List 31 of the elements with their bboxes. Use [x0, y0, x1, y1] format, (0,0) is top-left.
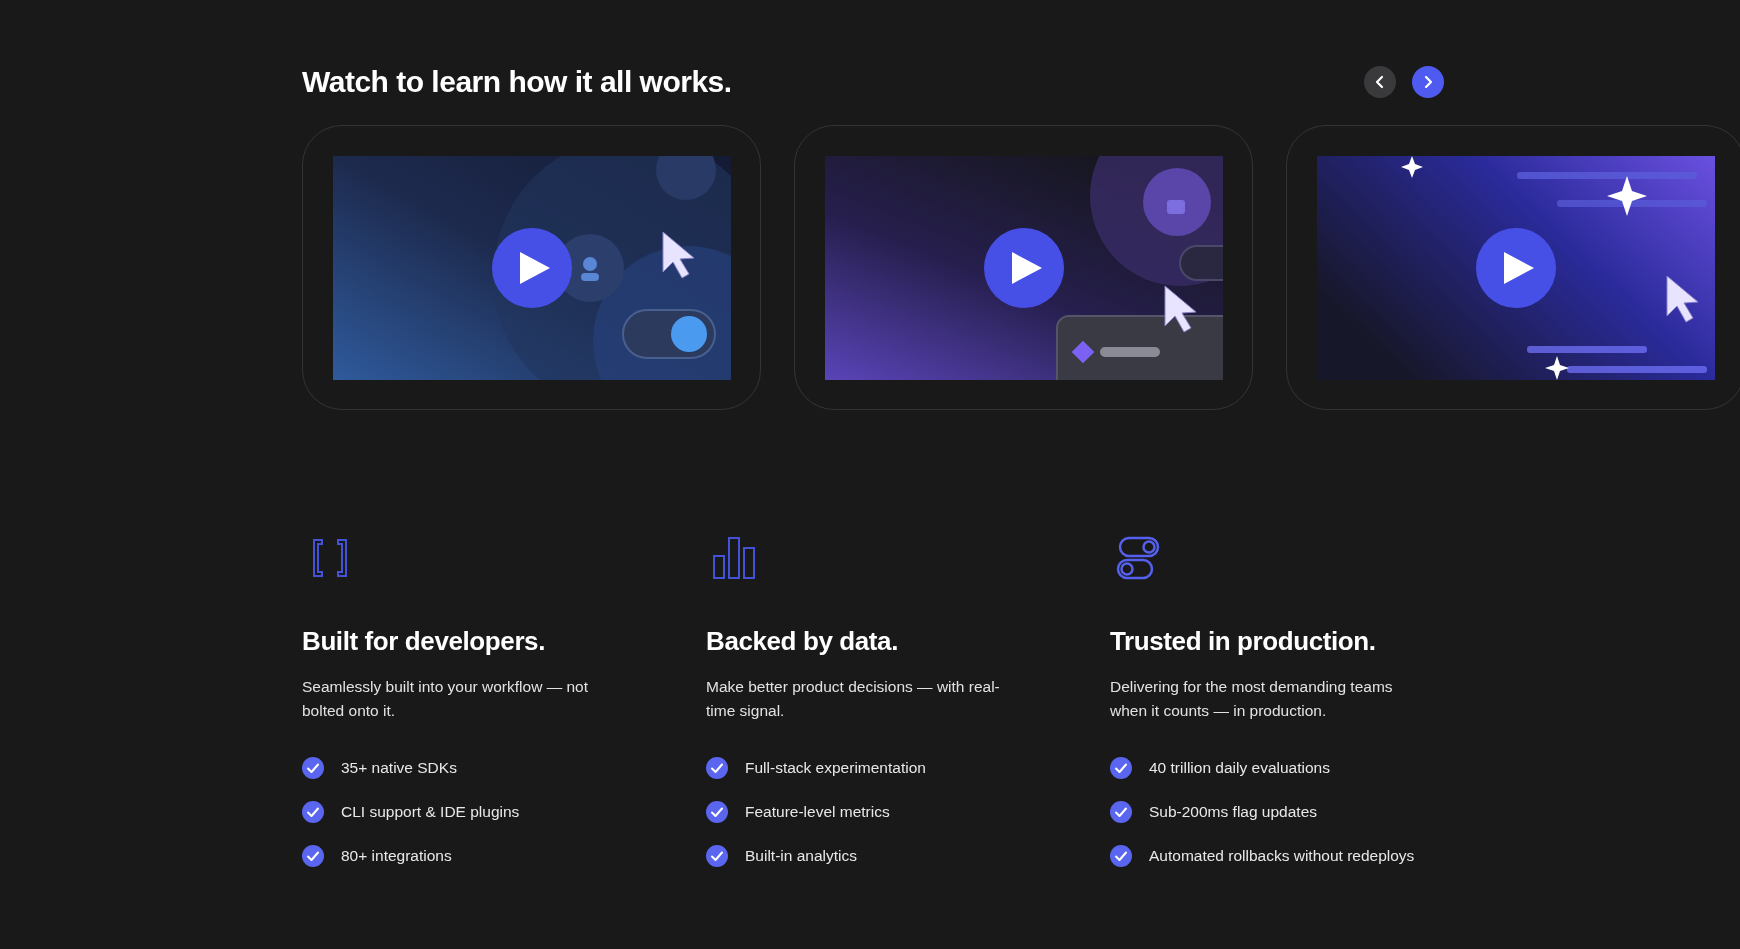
feature-item: CLI support & IDE plugins	[341, 803, 520, 821]
check-icon	[1110, 801, 1132, 823]
toggle-icon	[1114, 534, 1162, 582]
section-title: Watch to learn how it all works.	[302, 65, 732, 99]
feature-title: Trusted in production.	[1110, 626, 1377, 657]
feature-item: 40 trillion daily evaluations	[1149, 759, 1330, 777]
feature-description: Make better product decisions — with real-time signal.	[706, 677, 1001, 721]
play-icon	[520, 252, 550, 284]
play-icon	[1012, 252, 1042, 284]
play-icon	[1504, 252, 1534, 284]
feature-item: 80+ integrations	[341, 847, 452, 865]
feature-title: Backed by data.	[706, 626, 899, 657]
check-icon	[302, 757, 324, 779]
feature-description: Seamlessly built into your workflow — not bolted onto it.	[302, 677, 589, 721]
feature-item: 35+ native SDKs	[341, 759, 457, 777]
feature-item: Built-in analytics	[745, 847, 857, 865]
feature-item: Feature-level metrics	[745, 803, 890, 821]
check-icon	[706, 801, 728, 823]
feature-description: Delivering for the most demanding teams when it counts — in production.	[1110, 677, 1394, 721]
check-icon	[302, 845, 324, 867]
bar-chart-icon	[710, 534, 758, 582]
feature-item: Automated rollbacks without redeploys	[1149, 847, 1415, 865]
check-icon	[302, 801, 324, 823]
feature-item: Sub-200ms flag updates	[1149, 803, 1318, 821]
next-button[interactable]	[1412, 66, 1444, 98]
check-icon	[1110, 845, 1132, 867]
check-icon	[706, 845, 728, 867]
check-icon	[1110, 757, 1132, 779]
feature-title: Built for developers.	[302, 626, 546, 657]
check-icon	[706, 757, 728, 779]
feature-item: Full-stack experimentation	[745, 759, 926, 777]
